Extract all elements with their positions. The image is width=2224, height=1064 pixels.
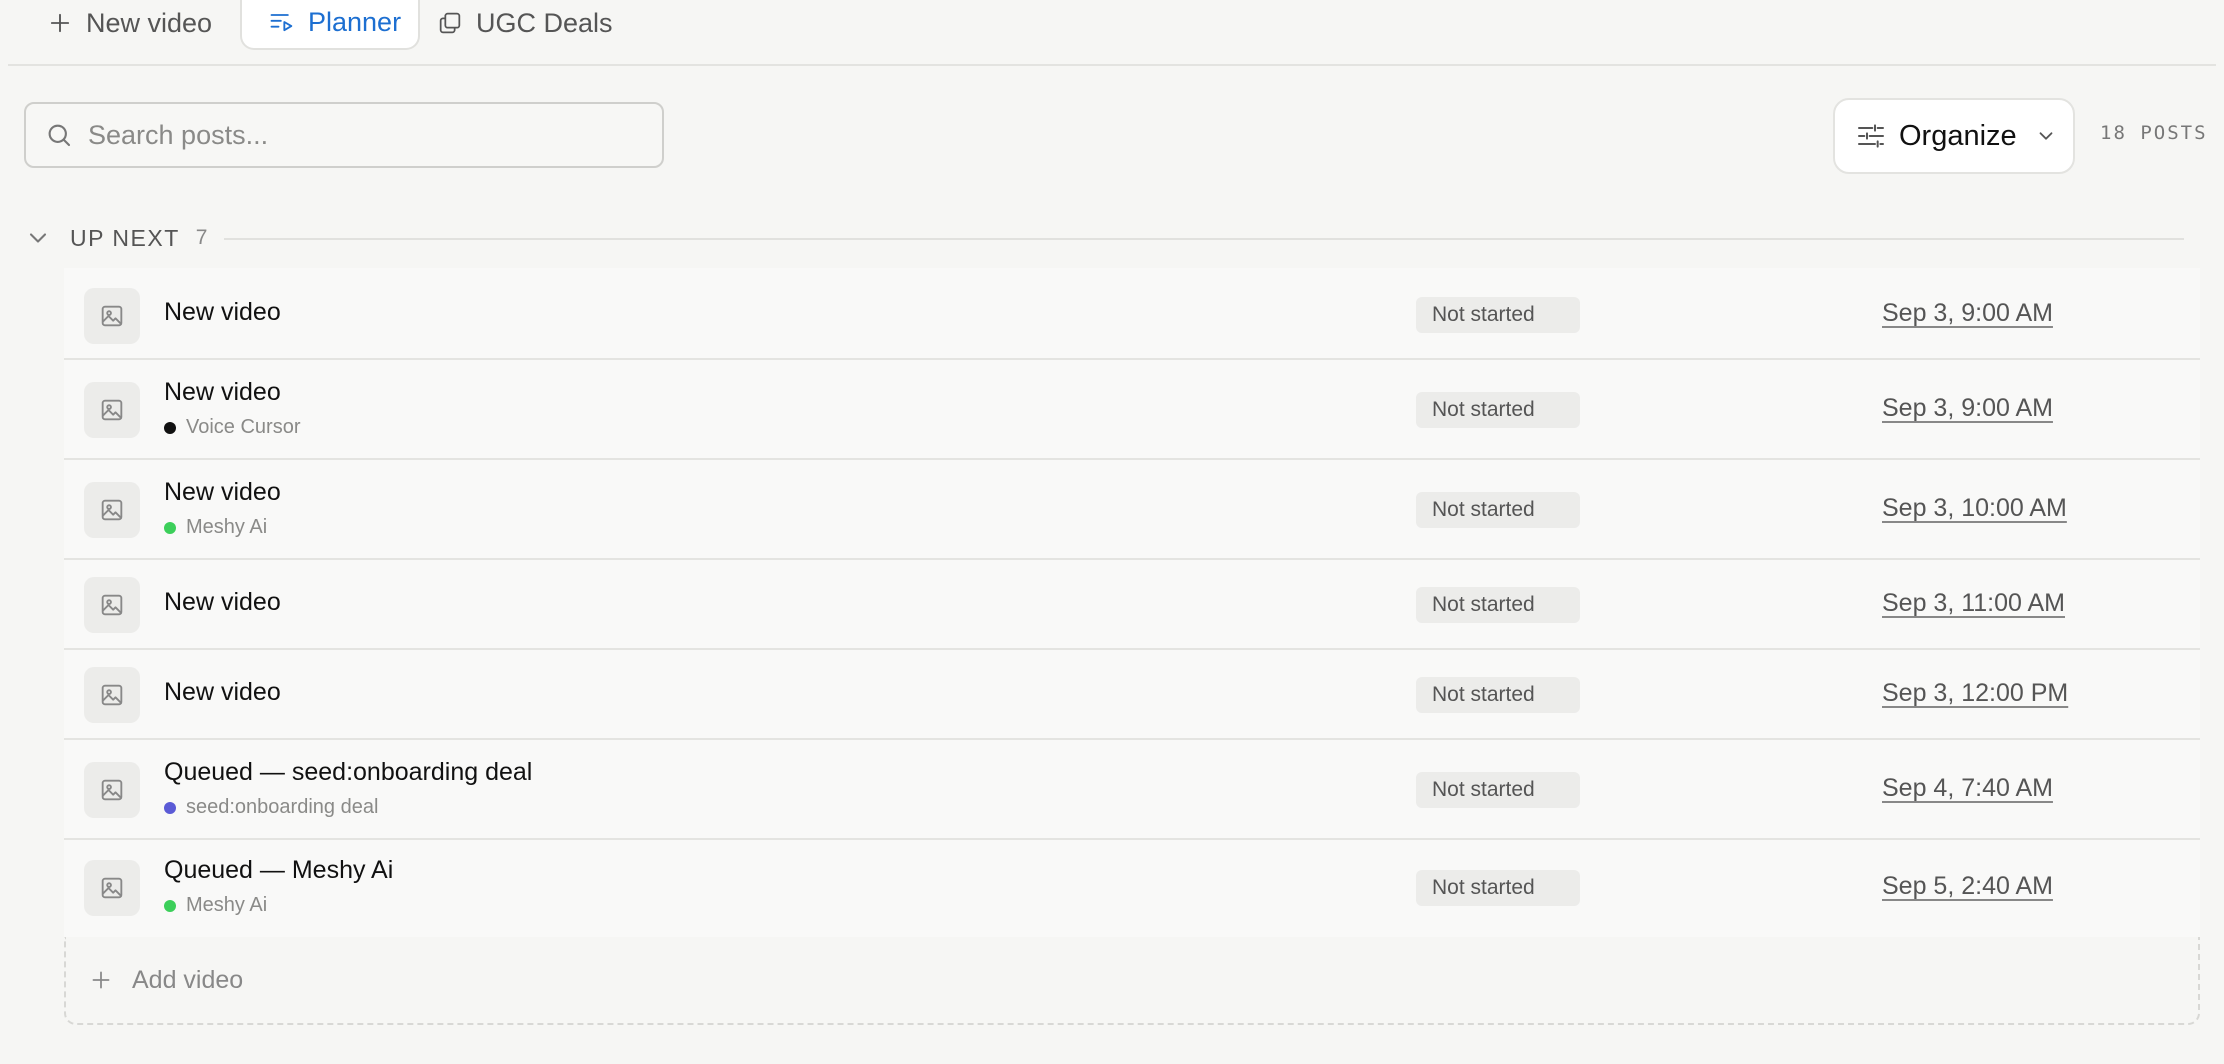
image-icon [101, 877, 123, 899]
campaign-tag-label: Meshy Ai [186, 894, 268, 916]
section-up-next-header: UP NEXT 7 [24, 222, 2184, 254]
scheduled-date-link[interactable]: Sep 3, 10:00 AM [1882, 494, 2067, 523]
post-title: New video [164, 588, 281, 616]
post-list: New video Not started Sep 3, 9:00 AM New… [64, 268, 2200, 937]
scheduled-date-link[interactable]: Sep 3, 9:00 AM [1882, 394, 2053, 423]
image-icon [101, 399, 123, 421]
image-icon [101, 779, 123, 801]
post-title: New video [164, 378, 281, 406]
copy-icon [439, 12, 461, 34]
thumbnail [84, 288, 140, 344]
add-video-button[interactable]: Add video [64, 937, 2200, 1025]
campaign-tag-label: seed:onboarding deal [186, 796, 379, 818]
plus-icon [50, 13, 70, 33]
tag-color-dot [164, 421, 176, 434]
section-title: UP NEXT [70, 224, 180, 251]
image-icon [101, 305, 123, 327]
table-row[interactable]: New video Voice Cursor Not started Sep 3… [64, 360, 2200, 460]
thumbnail [84, 382, 140, 438]
tab-ugc-deals[interactable]: UGC Deals [436, 0, 613, 50]
tag-color-dot [164, 521, 176, 534]
organize-button[interactable]: Organize [1833, 98, 2075, 174]
tab-planner[interactable]: Planner [240, 0, 420, 50]
planner-icon [270, 14, 293, 32]
thumbnail [84, 860, 140, 916]
search-input[interactable] [88, 119, 648, 151]
tab-new-video-label: New video [86, 7, 213, 38]
table-row[interactable]: New video Not started Sep 3, 12:00 PM [64, 650, 2200, 740]
post-title: New video [164, 298, 281, 326]
post-title: New video [164, 478, 281, 506]
campaign-tag: Voice Cursor [164, 416, 301, 439]
image-icon [101, 499, 123, 521]
status-badge: Not started [1416, 492, 1580, 528]
scheduled-date-link[interactable]: Sep 5, 2:40 AM [1882, 872, 2053, 901]
post-title: Queued — Meshy Ai [164, 856, 394, 884]
sliders-icon [1858, 124, 1884, 148]
status-badge: Not started [1416, 772, 1580, 808]
tag-color-dot [164, 801, 176, 814]
search-box[interactable] [24, 102, 664, 168]
post-title: New video [164, 678, 281, 706]
thumbnail [84, 667, 140, 723]
section-divider [224, 238, 2184, 240]
table-row[interactable]: New video Not started Sep 3, 11:00 AM [64, 560, 2200, 650]
tag-color-dot [164, 899, 176, 912]
campaign-tag: Meshy Ai [164, 516, 267, 539]
thumbnail [84, 762, 140, 818]
status-badge: Not started [1416, 392, 1580, 428]
scheduled-date-link[interactable]: Sep 3, 9:00 AM [1882, 299, 2053, 328]
collapse-chevron-icon[interactable] [24, 224, 52, 252]
plus-icon [92, 971, 110, 989]
planner-page: New video Planner UGC Deals Organize 18 … [0, 0, 2224, 1064]
chevron-down-icon [2039, 132, 2053, 140]
section-count: 7 [195, 226, 208, 249]
post-count: 18 POSTS [2100, 122, 2208, 144]
table-row[interactable]: Queued — Meshy Ai Meshy Ai Not started S… [64, 840, 2200, 937]
table-row[interactable]: Queued — seed:onboarding deal seed:onboa… [64, 740, 2200, 840]
thumbnail [84, 482, 140, 538]
campaign-tag-label: Meshy Ai [186, 516, 268, 538]
status-badge: Not started [1416, 870, 1580, 906]
image-icon [101, 594, 123, 616]
top-tab-bar: New video Planner UGC Deals [8, 0, 2216, 66]
status-badge: Not started [1416, 587, 1580, 623]
tab-planner-label: Planner [308, 6, 402, 37]
add-video-label: Add video [132, 965, 244, 994]
tab-ugc-deals-label: UGC Deals [476, 7, 613, 38]
post-title: Queued — seed:onboarding deal [164, 758, 533, 786]
campaign-tag-label: Voice Cursor [186, 416, 301, 438]
scheduled-date-link[interactable]: Sep 3, 12:00 PM [1882, 679, 2068, 708]
status-badge: Not started [1416, 677, 1580, 713]
thumbnail [84, 577, 140, 633]
table-row[interactable]: New video Not started Sep 3, 9:00 AM [64, 268, 2200, 360]
image-icon [101, 684, 123, 706]
scheduled-date-link[interactable]: Sep 3, 11:00 AM [1882, 589, 2065, 618]
status-badge: Not started [1416, 297, 1580, 333]
campaign-tag: Meshy Ai [164, 894, 267, 917]
scheduled-date-link[interactable]: Sep 4, 7:40 AM [1882, 774, 2053, 803]
search-icon [48, 124, 71, 147]
table-row[interactable]: New video Meshy Ai Not started Sep 3, 10… [64, 460, 2200, 560]
organize-label: Organize [1899, 119, 2017, 152]
tab-new-video[interactable]: New video [46, 0, 212, 50]
campaign-tag: seed:onboarding deal [164, 796, 378, 819]
